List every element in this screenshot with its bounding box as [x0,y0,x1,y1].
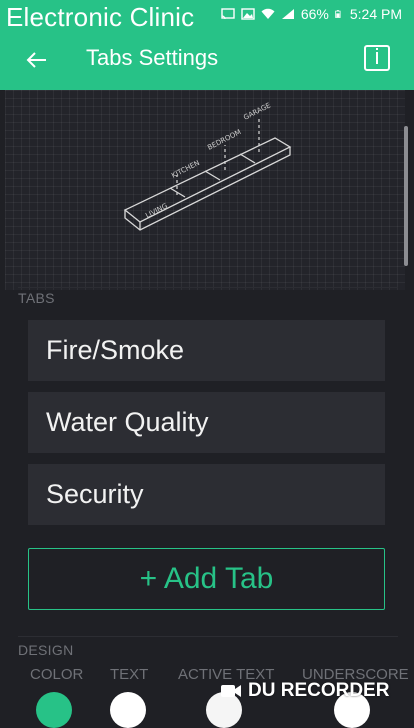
recorder-watermark: DU RECORDER [220,680,389,702]
add-tab-button[interactable]: + Add Tab [28,548,385,610]
section-divider [18,636,398,637]
tabs-section-label: TABS [18,290,55,306]
channel-title: Electronic Clinic [6,2,195,32]
color-swatch[interactable] [36,692,72,728]
app-bar: Tabs Settings [0,30,414,90]
design-col-color: COLOR [30,666,84,683]
tab-item-label: Water Quality [46,407,209,437]
tab-item-water-quality[interactable]: Water Quality [28,392,385,453]
tabs-illustration: LIVING KITCHEN BEDROOM GARAGE [5,90,405,290]
design-section-label: DESIGN [18,642,74,658]
watermark-text: DU RECORDER [248,680,390,701]
illustration-label-kitchen: KITCHEN [170,159,201,180]
battery-percent: 66% [300,6,329,22]
back-arrow-icon[interactable] [22,48,50,72]
tab-item-label: Fire/Smoke [46,335,185,365]
tab-item-label: Security [46,479,144,509]
add-tab-label: + Add Tab [139,562,274,595]
image-icon [241,8,255,20]
battery-icon [335,10,341,18]
video-camera-icon [221,685,241,697]
tabs-preview-graphic: LIVING KITCHEN BEDROOM GARAGE [123,101,292,231]
clock: 5:24 PM [349,6,402,22]
text-color-swatch[interactable] [110,692,146,728]
wifi-icon [261,8,275,19]
tab-item-security[interactable]: Security [28,464,385,525]
design-col-text: TEXT [110,666,149,683]
scrollbar[interactable] [404,126,408,266]
signal-icon [281,9,294,19]
page-title: Tabs Settings [86,45,219,70]
cast-icon [221,8,235,20]
illustration-label-bedroom: BEDROOM [206,128,242,152]
info-icon[interactable] [364,45,390,71]
section-divider [18,287,398,288]
tab-item-fire-smoke[interactable]: Fire/Smoke [28,320,385,381]
illustration-label-garage: GARAGE [242,101,272,121]
status-icons: 66% 5:24 PM [221,6,402,22]
